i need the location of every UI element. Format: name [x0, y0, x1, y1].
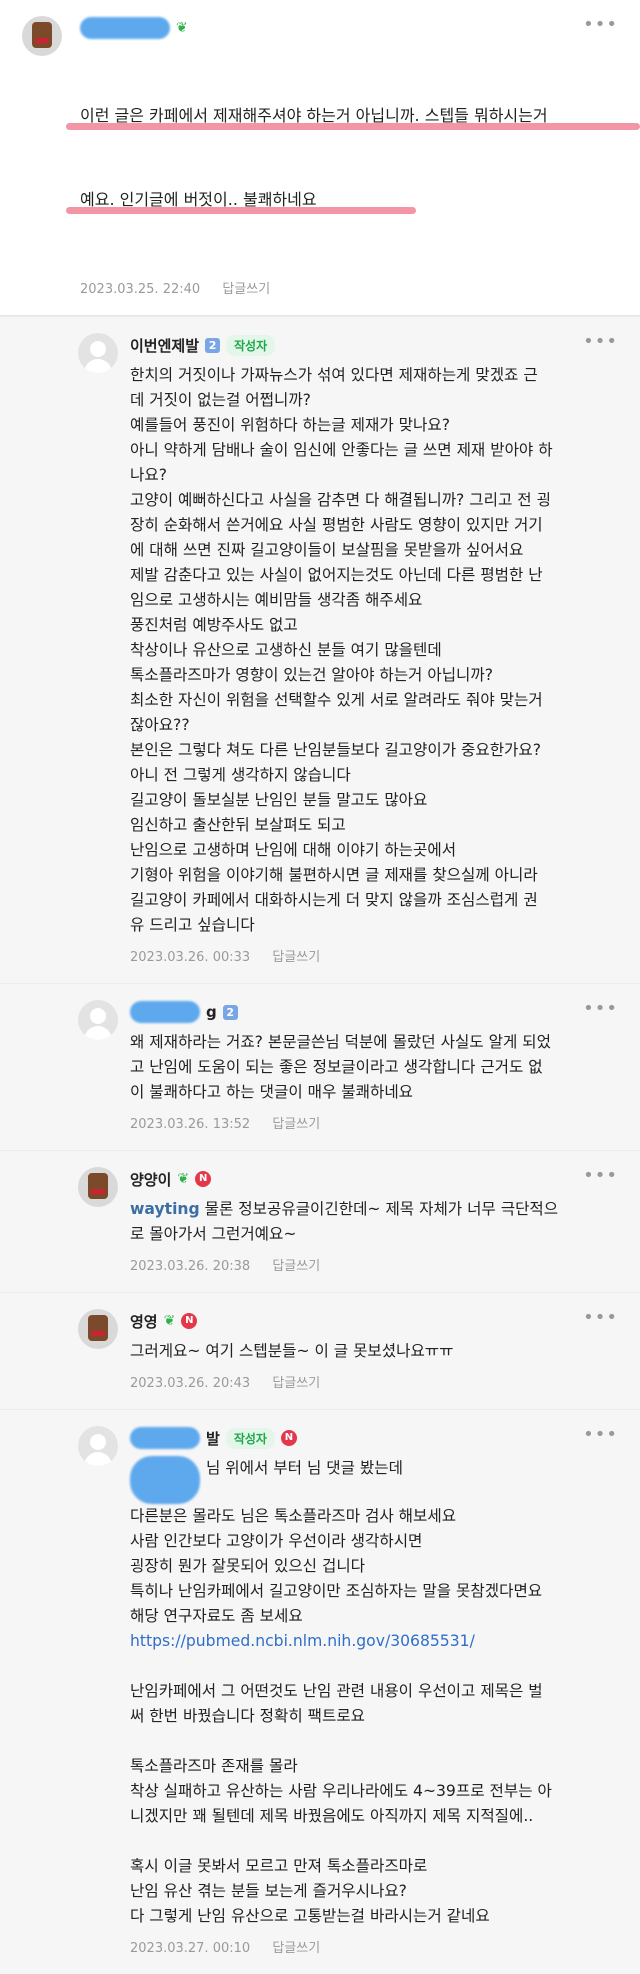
- reply-button[interactable]: 답글쓰기: [272, 1941, 320, 1956]
- comment-content: 그러게요~ 여기 스텝분들~ 이 글 못보셨나요ㅠㅠ 2023.03.26. 2…: [130, 1339, 616, 1391]
- sprout-icon: ❦: [163, 1313, 176, 1329]
- comment-text: wayting 물론 정보공유글이긴한데~ 제목 자체가 너무 극단적으 로 몰…: [130, 1197, 616, 1247]
- domo-icon: [88, 1173, 108, 1199]
- highlight-mark: [66, 123, 640, 130]
- avatar[interactable]: [78, 1309, 118, 1349]
- level-badge: 2: [205, 337, 221, 353]
- redacted-nickname: [130, 1001, 200, 1023]
- more-options-icon[interactable]: •••: [583, 1165, 618, 1186]
- nickname[interactable]: 양양이: [130, 1169, 171, 1190]
- new-badge: N: [280, 1430, 297, 1446]
- highlight-mark: [66, 207, 416, 214]
- level-badge: 2: [222, 1004, 238, 1020]
- nickname-suffix[interactable]: g: [206, 1003, 217, 1021]
- avatar[interactable]: [22, 16, 62, 56]
- comment-content: 왜 제재하라는 거죠? 본문글쓴님 덕분에 몰랐던 사실도 알게 되었 고 난임…: [130, 1030, 616, 1132]
- comment-header: 이번엔제발 2 작성자: [130, 333, 616, 357]
- reply-button[interactable]: 답글쓰기: [272, 1376, 320, 1391]
- more-options-icon[interactable]: •••: [583, 331, 618, 352]
- reply-button[interactable]: 답글쓰기: [272, 1259, 320, 1274]
- sprout-icon: ❦: [176, 20, 188, 36]
- more-options-icon[interactable]: •••: [583, 1307, 618, 1328]
- comment-text: 그러게요~ 여기 스텝분들~ 이 글 못보셨나요ㅠㅠ: [130, 1342, 454, 1360]
- comment-date: 2023.03.26. 20:43: [130, 1376, 251, 1391]
- comment-meta: 2023.03.26. 20:38 답글쓰기: [130, 1255, 616, 1274]
- comment-body-2: 난임카페에서 그 어떤것도 난임 관련 내용이 우선이고 제목은 벌 써 한번 …: [130, 1682, 543, 1725]
- comment-date: 2023.03.26. 00:33: [130, 950, 251, 965]
- default-avatar-icon: [90, 341, 106, 357]
- nickname[interactable]: 이번엔제발: [130, 335, 199, 356]
- redacted-mention: [130, 1456, 200, 1504]
- comment-header: g 2: [130, 1000, 616, 1024]
- mouth-shape: [91, 1331, 105, 1336]
- domo-icon: [32, 22, 52, 48]
- comment-text: 왜 제재하라는 거죠? 본문글쓴님 덕분에 몰랐던 사실도 알게 되었 고 난임…: [130, 1033, 551, 1101]
- top-comment: ❦ ••• 이런 글은 카페에서 제재해주셔야 하는거 아닙니까. 스텝들 뭐하…: [0, 0, 640, 316]
- avatar-body: [84, 359, 112, 373]
- reply-comment: 영영 ❦ N ••• 그러게요~ 여기 스텝분들~ 이 글 못보셨나요ㅠㅠ 20…: [0, 1292, 640, 1409]
- redacted-nickname: [80, 17, 170, 39]
- comment-meta: 2023.03.25. 22:40 답글쓰기: [80, 278, 616, 297]
- comment-first-line: 님 위에서 부터 님 댓글 봤는데: [206, 1459, 403, 1477]
- comment-date: 2023.03.25. 22:40: [80, 282, 201, 297]
- avatar-body: [84, 1452, 112, 1466]
- comment-header: ❦: [80, 16, 616, 40]
- more-options-icon[interactable]: •••: [583, 998, 618, 1019]
- mouth-shape: [91, 1189, 105, 1194]
- avatar-body: [84, 1026, 112, 1040]
- reply-comment: 양양이 ❦ N ••• wayting 물론 정보공유글이긴한데~ 제목 자체가…: [0, 1150, 640, 1292]
- comment-meta: 2023.03.26. 20:43 답글쓰기: [130, 1372, 616, 1391]
- nickname[interactable]: 영영: [130, 1311, 158, 1332]
- reply-button[interactable]: 답글쓰기: [222, 282, 270, 297]
- comment-meta: 2023.03.26. 00:33 답글쓰기: [130, 946, 616, 965]
- redacted-nickname: [130, 1427, 200, 1449]
- comment-text: 이런 글은 카페에서 제재해주셔야 하는거 아닙니까. 스텝들 뭐하시는거 예요…: [66, 46, 640, 270]
- more-options-icon[interactable]: •••: [583, 14, 618, 35]
- comment-text: 한치의 거짓이나 가짜뉴스가 섞여 있다면 제재하는게 맞겠죠 근 데 거짓이 …: [130, 366, 553, 934]
- author-badge: 작성자: [225, 1427, 275, 1449]
- comment-date: 2023.03.27. 00:10: [130, 1941, 251, 1956]
- highlighted-line-1: 이런 글은 카페에서 제재해주셔야 하는거 아닙니까. 스텝들 뭐하시는거: [66, 102, 640, 130]
- comment-body: 다른분은 몰라도 님은 톡소플라즈마 검사 해보세요 사람 인간보다 고양이가 …: [130, 1507, 543, 1625]
- highlighted-line-2: 예요. 인기글에 버젓이.. 불쾌하네요: [66, 186, 616, 214]
- avatar[interactable]: [78, 1000, 118, 1040]
- comment-header: 발 작성자 N: [130, 1426, 616, 1450]
- author-badge: 작성자: [226, 334, 276, 356]
- new-badge: N: [181, 1313, 198, 1329]
- reply-button[interactable]: 답글쓰기: [272, 950, 320, 965]
- comment-meta: 2023.03.27. 00:10 답글쓰기: [130, 1937, 616, 1956]
- nickname-suffix[interactable]: 발: [206, 1428, 220, 1449]
- comment-text: 님 위에서 부터 님 댓글 봤는데 다른분은 몰라도 님은 톡소플라즈마 검사 …: [130, 1456, 616, 1929]
- sprout-icon: ❦: [177, 1171, 190, 1187]
- mention-tag[interactable]: wayting: [130, 1200, 200, 1218]
- comment-body-3: 톡소플라즈마 존재를 몰라 착상 실패하고 유산하는 사람 우리나라에도 4~3…: [130, 1757, 552, 1825]
- more-options-icon[interactable]: •••: [583, 1424, 618, 1445]
- avatar[interactable]: [78, 1167, 118, 1207]
- avatar[interactable]: [78, 1426, 118, 1466]
- default-avatar-icon: [90, 1434, 106, 1450]
- reference-link[interactable]: https://pubmed.ncbi.nlm.nih.gov/30685531…: [130, 1632, 475, 1650]
- comment-content: 이런 글은 카페에서 제재해주셔야 하는거 아닙니까. 스텝들 뭐하시는거 예요…: [66, 46, 640, 297]
- comment-header: 양양이 ❦ N: [130, 1167, 616, 1191]
- reply-comment: 발 작성자 N ••• 님 위에서 부터 님 댓글 봤는데 다른분은 몰라도 님…: [0, 1409, 640, 1974]
- comment-meta: 2023.03.26. 13:52 답글쓰기: [130, 1113, 616, 1132]
- avatar[interactable]: [78, 333, 118, 373]
- mouth-shape: [35, 38, 49, 43]
- reply-comment: g 2 ••• 왜 제재하라는 거죠? 본문글쓴님 덕분에 몰랐던 사실도 알게…: [0, 983, 640, 1150]
- comment-content: wayting 물론 정보공유글이긴한데~ 제목 자체가 너무 극단적으 로 몰…: [130, 1197, 616, 1274]
- comment-body-4: 혹시 이글 못봐서 모르고 만져 톡소플라즈마로 난임 유산 겪는 분들 보는게…: [130, 1857, 490, 1925]
- domo-icon: [88, 1315, 108, 1341]
- reply-button[interactable]: 답글쓰기: [272, 1117, 320, 1132]
- default-avatar-icon: [90, 1008, 106, 1024]
- new-badge: N: [195, 1171, 212, 1187]
- reply-comment: 이번엔제발 2 작성자 ••• 한치의 거짓이나 가짜뉴스가 섞여 있다면 제재…: [0, 316, 640, 983]
- comment-content: 님 위에서 부터 님 댓글 봤는데 다른분은 몰라도 님은 톡소플라즈마 검사 …: [130, 1456, 616, 1956]
- comment-header: 영영 ❦ N: [130, 1309, 616, 1333]
- comment-date: 2023.03.26. 13:52: [130, 1117, 251, 1132]
- comment-date: 2023.03.26. 20:38: [130, 1259, 251, 1274]
- comment-content: 한치의 거짓이나 가짜뉴스가 섞여 있다면 제재하는게 맞겠죠 근 데 거짓이 …: [130, 363, 616, 965]
